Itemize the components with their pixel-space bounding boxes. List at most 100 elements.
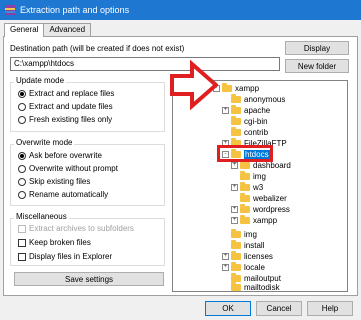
tree-item-cgi-bin[interactable]: cgi-bin: [231, 116, 268, 127]
tree-item-licenses[interactable]: + licenses: [222, 251, 273, 262]
tree-item-xampp[interactable]: - xampp: [213, 83, 259, 94]
folder-icon: [240, 204, 250, 213]
radio-rename-automatically[interactable]: Rename automatically: [18, 190, 108, 199]
radio-label: Ask before overwrite: [29, 151, 102, 160]
tree-item-label: dashboard: [253, 161, 291, 170]
annotation-highlight-box: [217, 145, 273, 162]
folder-icon: [231, 251, 241, 260]
destination-path-input[interactable]: C:\xampp\htdocs: [10, 57, 280, 71]
radio-fresh-existing[interactable]: Fresh existing files only: [18, 115, 112, 124]
title-bar: Extraction path and options: [0, 0, 361, 20]
expand-icon[interactable]: +: [231, 206, 238, 213]
radio-label: Extract and replace files: [29, 89, 115, 98]
radio-overwrite-without-prompt[interactable]: Overwrite without prompt: [18, 164, 118, 173]
folder-icon: [240, 215, 250, 224]
ok-button[interactable]: OK: [205, 301, 251, 316]
radio-selected-icon: [18, 89, 26, 98]
folder-icon: [240, 160, 250, 169]
tree-item-label: locale: [244, 263, 265, 272]
expand-icon[interactable]: +: [222, 107, 229, 114]
folder-icon: [240, 171, 250, 180]
radio-ask-before-overwrite[interactable]: Ask before overwrite: [18, 151, 102, 160]
collapse-icon[interactable]: -: [213, 85, 220, 92]
destination-path-label: Destination path (will be created if doe…: [10, 44, 185, 53]
folder-icon: [222, 83, 232, 92]
radio-label: Fresh existing files only: [29, 115, 113, 124]
tree-item-label: licenses: [244, 252, 273, 261]
tree-item-label: contrib: [244, 128, 269, 137]
tree-item-label: img: [244, 230, 257, 239]
miscellaneous-title: Miscellaneous: [14, 212, 69, 221]
folder-icon: [231, 262, 241, 271]
radio-selected-icon: [18, 151, 26, 160]
tree-item-label: webalizer: [253, 194, 287, 203]
tree-item-apache[interactable]: + apache: [222, 105, 270, 116]
expand-icon[interactable]: +: [222, 264, 229, 271]
radio-extract-replace[interactable]: Extract and replace files: [18, 89, 114, 98]
radio-icon: [18, 177, 26, 186]
folder-icon: [231, 94, 241, 103]
checkbox-display-in-explorer[interactable]: Display files in Explorer: [18, 252, 112, 261]
radio-label: Overwrite without prompt: [29, 164, 118, 173]
tree-item-mailtodisk[interactable]: mailtodisk: [231, 282, 280, 292]
tab-general[interactable]: General: [4, 23, 45, 37]
save-settings-button[interactable]: Save settings: [14, 272, 164, 286]
display-button[interactable]: Display: [285, 41, 349, 55]
radio-label: Skip existing files: [29, 177, 91, 186]
radio-icon: [18, 102, 26, 111]
checkbox-extract-subfolders[interactable]: Extract archives to subfolders: [18, 224, 134, 233]
tree-item-label: wordpress: [253, 205, 290, 214]
window-title: Extraction path and options: [20, 5, 130, 15]
tree-item-anonymous[interactable]: anonymous: [231, 94, 285, 105]
tree-item-wordpress[interactable]: + wordpress: [231, 204, 290, 215]
folder-icon: [231, 273, 241, 282]
radio-skip-existing[interactable]: Skip existing files: [18, 177, 90, 186]
help-button[interactable]: Help: [307, 301, 353, 316]
tree-item-label: w3: [253, 183, 264, 192]
checkbox-keep-broken-files[interactable]: Keep broken files: [18, 238, 91, 247]
radio-icon: [18, 164, 26, 173]
expand-icon[interactable]: +: [231, 217, 238, 224]
radio-label: Extract and update files: [29, 102, 113, 111]
tree-item-label: anonymous: [244, 95, 286, 104]
expand-icon[interactable]: +: [231, 162, 238, 169]
tree-item-label: mailtodisk: [244, 283, 280, 292]
overwrite-mode-title: Overwrite mode: [14, 138, 75, 147]
checkbox-icon: [18, 224, 26, 233]
tree-item-install[interactable]: install: [231, 240, 264, 251]
radio-label: Rename automatically: [29, 190, 109, 199]
folder-icon: [231, 240, 241, 249]
expand-icon[interactable]: +: [231, 184, 238, 191]
folder-icon: [240, 193, 250, 202]
folder-icon: [231, 105, 241, 114]
cancel-button[interactable]: Cancel: [256, 301, 302, 316]
checkbox-icon: [18, 238, 26, 247]
folder-tree[interactable]: - xampp anonymous + apache cgi-bin contr…: [172, 80, 348, 292]
new-folder-button[interactable]: New folder: [285, 59, 349, 73]
tree-item-label: xampp: [235, 84, 260, 93]
expand-icon[interactable]: +: [222, 253, 229, 260]
folder-icon: [231, 229, 241, 238]
tree-item-img[interactable]: img: [240, 171, 266, 182]
tree-item-w3[interactable]: + w3: [231, 182, 263, 193]
tree-item-label: xampp: [253, 216, 278, 225]
tree-item-label: apache: [244, 106, 271, 115]
radio-extract-update[interactable]: Extract and update files: [18, 102, 113, 111]
winrar-icon: [5, 5, 15, 15]
folder-icon: [231, 127, 241, 136]
tab-strip: General Advanced: [4, 23, 92, 37]
checkbox-label: Extract archives to subfolders: [29, 224, 134, 233]
tree-item-label: install: [244, 241, 265, 250]
tree-item-contrib[interactable]: contrib: [231, 127, 268, 138]
checkbox-label: Display files in Explorer: [29, 252, 113, 261]
tab-advanced[interactable]: Advanced: [43, 23, 92, 36]
tree-item-locale[interactable]: + locale: [222, 262, 265, 273]
folder-icon: [231, 116, 241, 125]
tree-item-label: img: [253, 172, 266, 181]
tree-item-img-root[interactable]: img: [231, 229, 257, 240]
checkbox-label: Keep broken files: [29, 238, 91, 247]
tree-item-xampp-sub[interactable]: + xampp: [231, 215, 277, 226]
tree-item-webalizer[interactable]: webalizer: [240, 193, 287, 204]
radio-icon: [18, 190, 26, 199]
folder-icon: [231, 282, 241, 291]
